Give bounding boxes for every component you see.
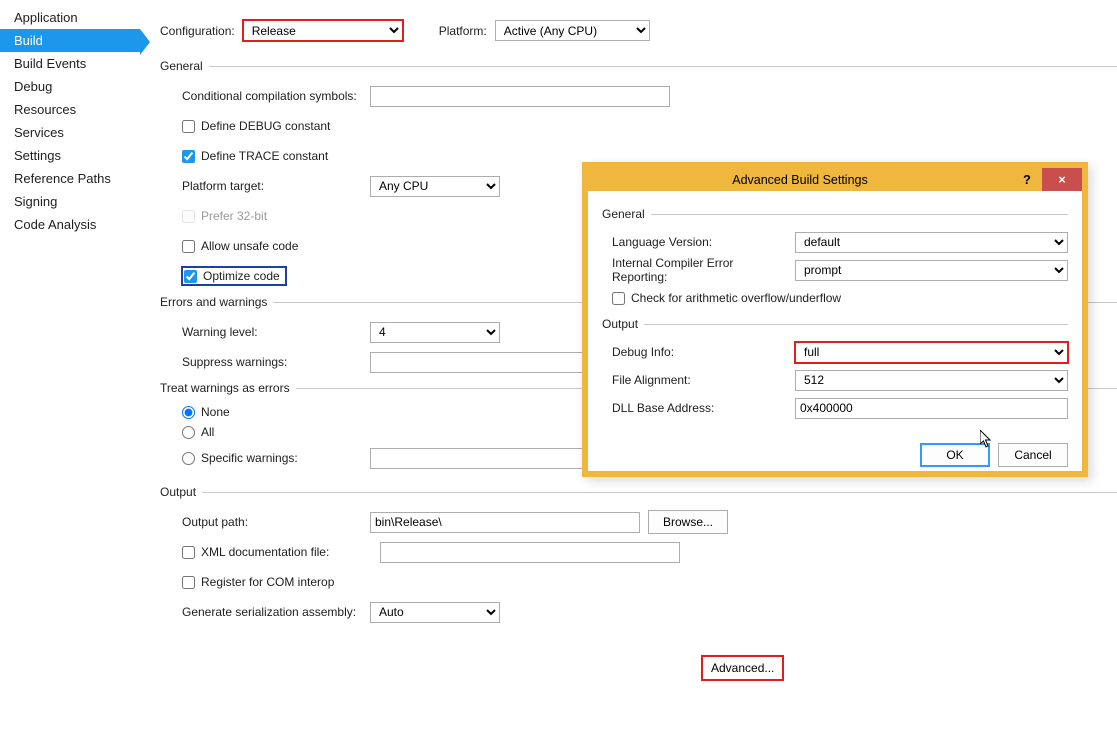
platform-label: Platform:: [439, 24, 487, 38]
lang-version-label: Language Version:: [612, 235, 787, 249]
dialog-titlebar[interactable]: Advanced Build Settings ? ×: [588, 168, 1082, 191]
cancel-button[interactable]: Cancel: [998, 443, 1068, 467]
dlg-output-label: Output: [602, 317, 638, 331]
dll-base-input[interactable]: [795, 398, 1068, 419]
output-path-input[interactable]: [370, 512, 640, 533]
xml-doc-checkbox[interactable]: XML documentation file:: [182, 545, 372, 559]
dialog-title: Advanced Build Settings: [588, 173, 1012, 187]
browse-button[interactable]: Browse...: [648, 510, 728, 534]
top-config-row: Configuration: Release Platform: Active …: [160, 20, 1117, 41]
advanced-button[interactable]: Advanced...: [702, 656, 783, 680]
treat-all-label: All: [201, 425, 214, 439]
xml-doc-input[interactable]: [380, 542, 680, 563]
sidebar-item-signing[interactable]: Signing: [0, 190, 140, 213]
arith-check-label: Check for arithmetic overflow/underflow: [631, 291, 841, 305]
warning-level-select[interactable]: 4: [370, 322, 500, 343]
debug-info-select[interactable]: full: [795, 342, 1068, 363]
prefer-32bit-label: Prefer 32-bit: [201, 209, 267, 223]
treat-specific-radio[interactable]: Specific warnings:: [182, 451, 362, 465]
sidebar-item-settings[interactable]: Settings: [0, 144, 140, 167]
platform-target-label: Platform target:: [182, 179, 362, 193]
xml-doc-label: XML documentation file:: [201, 545, 329, 559]
warning-level-label: Warning level:: [182, 325, 362, 339]
define-debug-checkbox[interactable]: Define DEBUG constant: [182, 119, 330, 133]
sidebar-item-services[interactable]: Services: [0, 121, 140, 144]
gen-serial-select[interactable]: Auto: [370, 602, 500, 623]
file-align-select[interactable]: 512: [795, 370, 1068, 391]
cond-sym-input[interactable]: [370, 86, 670, 107]
internal-err-label: Internal Compiler Error Reporting:: [612, 256, 787, 284]
dlg-general-label: General: [602, 207, 645, 221]
file-align-label: File Alignment:: [612, 373, 787, 387]
group-output: Output: [160, 485, 1117, 499]
debug-info-label: Debug Info:: [612, 345, 787, 359]
define-trace-label: Define TRACE constant: [201, 149, 328, 163]
optimize-code-checkbox[interactable]: Optimize code: [182, 267, 286, 285]
allow-unsafe-checkbox[interactable]: Allow unsafe code: [182, 239, 298, 253]
sidebar-item-resources[interactable]: Resources: [0, 98, 140, 121]
configuration-label: Configuration:: [160, 24, 235, 38]
allow-unsafe-label: Allow unsafe code: [201, 239, 298, 253]
cond-sym-label: Conditional compilation symbols:: [182, 89, 362, 103]
define-debug-label: Define DEBUG constant: [201, 119, 330, 133]
group-general: General: [160, 59, 1117, 73]
close-icon[interactable]: ×: [1042, 168, 1082, 191]
configuration-select[interactable]: Release: [243, 20, 403, 41]
com-interop-label: Register for COM interop: [201, 575, 334, 589]
internal-err-select[interactable]: prompt: [795, 260, 1068, 281]
sidebar: Application Build Build Events Debug Res…: [0, 0, 140, 236]
dll-base-label: DLL Base Address:: [612, 401, 787, 415]
treat-none-label: None: [201, 405, 230, 419]
mouse-cursor-icon: [980, 430, 994, 453]
optimize-code-label: Optimize code: [203, 269, 280, 283]
com-interop-checkbox[interactable]: Register for COM interop: [182, 575, 334, 589]
lang-version-select[interactable]: default: [795, 232, 1068, 253]
suppress-warnings-label: Suppress warnings:: [182, 355, 362, 369]
treat-specific-label: Specific warnings:: [201, 451, 298, 465]
gen-serial-label: Generate serialization assembly:: [182, 605, 362, 619]
group-errors-label: Errors and warnings: [160, 295, 267, 309]
sidebar-item-code-analysis[interactable]: Code Analysis: [0, 213, 140, 236]
sidebar-item-build[interactable]: Build: [0, 29, 140, 52]
group-output-label: Output: [160, 485, 196, 499]
help-icon[interactable]: ?: [1012, 168, 1042, 191]
output-path-label: Output path:: [182, 515, 362, 529]
platform-select[interactable]: Active (Any CPU): [495, 20, 650, 41]
sidebar-item-application[interactable]: Application: [0, 6, 140, 29]
sidebar-item-debug[interactable]: Debug: [0, 75, 140, 98]
define-trace-checkbox[interactable]: Define TRACE constant: [182, 149, 328, 163]
group-general-label: General: [160, 59, 203, 73]
advanced-build-dialog: Advanced Build Settings ? × General Lang…: [582, 162, 1088, 477]
sidebar-item-build-events[interactable]: Build Events: [0, 52, 140, 75]
group-treat-warnings-label: Treat warnings as errors: [160, 381, 290, 395]
prefer-32bit-checkbox: Prefer 32-bit: [182, 209, 267, 223]
sidebar-item-reference-paths[interactable]: Reference Paths: [0, 167, 140, 190]
arith-check-checkbox[interactable]: Check for arithmetic overflow/underflow: [612, 291, 841, 305]
platform-target-select[interactable]: Any CPU: [370, 176, 500, 197]
